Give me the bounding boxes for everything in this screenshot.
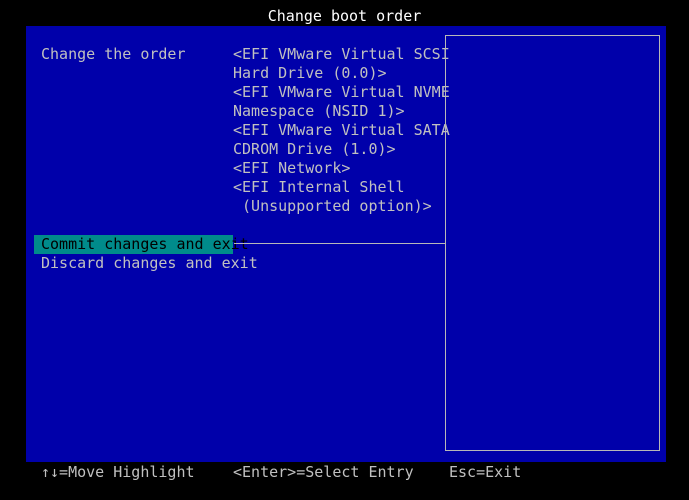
boot-order-line[interactable]: Hard Drive (0.0)> [233, 64, 450, 83]
boot-order-list[interactable]: <EFI VMware Virtual SCSI Hard Drive (0.0… [233, 45, 450, 216]
help-connector-line [234, 243, 445, 244]
action-menu: Commit changes and exit Discard changes … [34, 235, 258, 273]
boot-order-line[interactable]: <EFI VMware Virtual SATA [233, 121, 450, 140]
select-entry-hint: <Enter>=Select Entry [233, 463, 414, 481]
commit-changes-button[interactable]: Commit changes and exit [34, 235, 249, 254]
boot-order-line[interactable]: <EFI VMware Virtual NVME [233, 83, 450, 102]
help-panel [445, 35, 660, 451]
page-title: Change boot order [267, 7, 422, 25]
main-panel: Change the order <EFI VMware Virtual SCS… [26, 26, 666, 462]
boot-order-line[interactable]: <EFI Internal Shell [233, 178, 450, 197]
boot-order-line[interactable]: <EFI Network> [233, 159, 450, 178]
boot-order-line[interactable]: Namespace (NSID 1)> [233, 102, 450, 121]
discard-changes-button[interactable]: Discard changes and exit [34, 254, 258, 273]
exit-hint: Esc=Exit [449, 463, 522, 481]
boot-order-line[interactable]: CDROM Drive (1.0)> [233, 140, 450, 159]
boot-order-line[interactable]: <EFI VMware Virtual SCSI [233, 45, 450, 64]
change-order-label: Change the order [41, 45, 186, 63]
footer-hints: ↑↓=Move Highlight <Enter>=Select Entry E… [0, 463, 689, 482]
move-highlight-hint: ↑↓=Move Highlight [41, 463, 195, 481]
boot-order-line[interactable]: (Unsupported option)> [233, 197, 450, 216]
